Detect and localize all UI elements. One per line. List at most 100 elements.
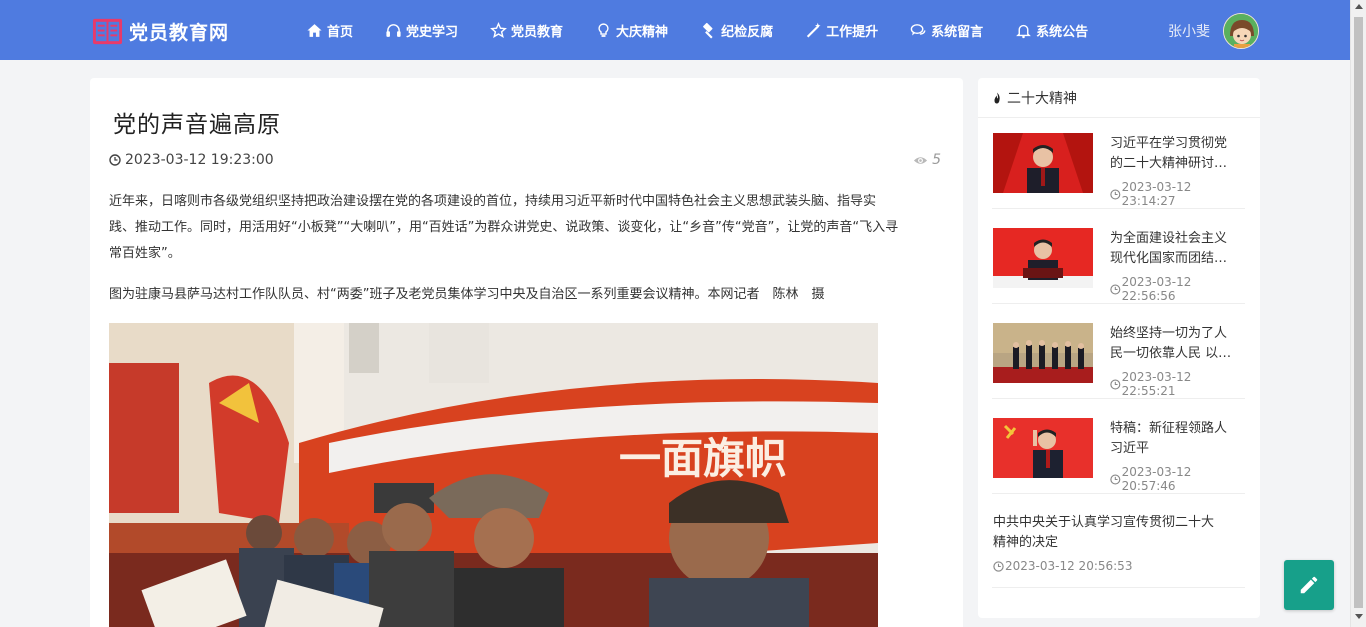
scroll-up-arrow-icon[interactable] xyxy=(1355,4,1363,9)
clock-icon xyxy=(1110,378,1121,390)
nav-item-messages[interactable]: 系统留言 xyxy=(910,0,983,60)
clock-icon xyxy=(1110,283,1121,295)
news-title-line: 现代化国家而团结… xyxy=(1110,251,1228,266)
nav-label: 系统公告 xyxy=(1036,24,1089,40)
nav-item-announcements[interactable]: 系统公告 xyxy=(1015,0,1088,60)
comments-icon xyxy=(910,23,926,35)
news-date-text: 2023-03-12 22:56:56 xyxy=(1121,275,1192,303)
sidebar-header: 二十大精神 xyxy=(978,78,1260,118)
nav-item-work-improvement[interactable]: 工作提升 xyxy=(805,0,878,60)
news-date-text: 2023-03-12 20:57:46 xyxy=(1121,465,1192,493)
nav-label: 党员教育 xyxy=(511,24,564,40)
news-thumbnail-image xyxy=(993,323,1093,383)
news-thumbnail-image xyxy=(993,418,1093,478)
news-thumbnail[interactable] xyxy=(993,323,1093,383)
user-name[interactable]: 张小斐 xyxy=(1168,21,1210,41)
clock-icon xyxy=(1110,473,1121,485)
news-title-line: 的二十大精神研讨… xyxy=(1110,156,1228,171)
news-title[interactable]: 中共中央关于认真学习宣传贯彻二十大 精神的决定 xyxy=(993,513,1245,553)
sidebar-news-item[interactable]: 特稿：新征程领路人 习近平 2023-03-12 20:57:46 xyxy=(992,418,1245,494)
news-date: 2023-03-12 22:56:56 xyxy=(1110,275,1245,303)
article-photo: 一面旗帜 xyxy=(109,323,878,627)
avatar-cartoon-icon xyxy=(1224,14,1258,48)
photo-caption: 图为驻康马县萨马达村工作队队员、村“两委”班子及老党员集体学习中央及自治区一系列… xyxy=(109,287,825,302)
paragraph-line: 践、推动工作。同时，用活用好“小板凳”“大喇叭”，用“百姓话”为群众讲党史、说政… xyxy=(109,220,899,235)
news-date-text: 2023-03-12 20:56:53 xyxy=(1005,559,1133,573)
news-date: 2023-03-12 23:14:27 xyxy=(1110,180,1245,208)
sidebar-title: 二十大精神 xyxy=(1007,90,1077,107)
fire-icon xyxy=(994,92,1000,103)
nav-label: 工作提升 xyxy=(826,24,879,40)
sidebar-news-item[interactable]: 中共中央关于认真学习宣传贯彻二十大 精神的决定 2023-03-12 20:56… xyxy=(992,512,1245,588)
eye-icon xyxy=(914,156,928,164)
magic-wand-icon xyxy=(806,22,821,37)
lightbulb-icon xyxy=(598,22,609,37)
news-title-line: 民一切依靠人民 以… xyxy=(1110,346,1232,361)
view-count-text: 5 xyxy=(932,152,941,168)
scroll-down-arrow-icon[interactable] xyxy=(1355,614,1363,619)
article-date: 2023-03-12 19:23:00 xyxy=(109,152,274,168)
nav-label: 系统留言 xyxy=(931,24,984,40)
sidebar-news-item[interactable]: 习近平在学习贯彻党 的二十大精神研讨… 2023-03-12 23:14:27 xyxy=(992,133,1245,209)
paragraph-line: 常百姓家”。 xyxy=(109,246,181,261)
article-paragraph: 近年来，日喀则市各级党组织坚持把政治建设摆在党的各项建设的首位，持续用习近平新时… xyxy=(109,189,943,267)
news-title-line: 精神的决定 xyxy=(993,535,1059,550)
book-logo-icon xyxy=(92,18,123,44)
top-navbar: 党员教育网 首页 党史学习 党员教育 大庆精神 纪检反腐 工作提升 系统留言 系… xyxy=(0,0,1350,60)
scroll-thumb[interactable] xyxy=(1354,17,1363,608)
news-title-line: 特稿：新征程领路人 xyxy=(1110,421,1228,436)
site-name: 党员教育网 xyxy=(129,21,230,44)
clock-icon xyxy=(109,154,121,166)
clock-icon xyxy=(1110,188,1121,200)
paragraph-line: 近年来，日喀则市各级党组织坚持把政治建设摆在党的各项建设的首位，持续用习近平新时… xyxy=(109,194,877,209)
nav-item-party-history[interactable]: 党史学习 xyxy=(385,0,458,60)
news-title[interactable]: 习近平在学习贯彻党 的二十大精神研讨… xyxy=(1110,134,1243,174)
news-date-text: 2023-03-12 23:14:27 xyxy=(1121,180,1192,208)
sidebar-news-item[interactable]: 始终坚持一切为了人 民一切依靠人民 以… 2023-03-12 22:55:21 xyxy=(992,323,1245,399)
news-date-text: 2023-03-12 22:55:21 xyxy=(1121,370,1192,398)
page-scrollbar[interactable] xyxy=(1350,0,1366,627)
news-title-line: 习近平 xyxy=(1110,441,1150,456)
view-count: 5 xyxy=(913,152,941,168)
news-date: 2023-03-12 22:55:21 xyxy=(1110,370,1245,398)
news-thumbnail[interactable] xyxy=(993,418,1093,478)
gavel-icon xyxy=(703,22,713,39)
news-date: 2023-03-12 20:56:53 xyxy=(993,559,1132,573)
sidebar-news-item[interactable]: 为全面建设社会主义 现代化国家而团结… 2023-03-12 22:56:56 xyxy=(992,228,1245,304)
news-title-line: 中共中央关于认真学习宣传贯彻二十大 xyxy=(993,515,1215,530)
nav-item-anti-corruption[interactable]: 纪检反腐 xyxy=(700,0,773,60)
news-thumbnail[interactable] xyxy=(993,133,1093,193)
news-title-line: 始终坚持一切为了人 xyxy=(1110,326,1228,341)
clock-icon xyxy=(993,560,1004,572)
article-photo-image: 一面旗帜 xyxy=(109,323,878,627)
nav-item-home[interactable]: 首页 xyxy=(306,0,353,60)
news-title[interactable]: 始终坚持一切为了人 民一切依靠人民 以… xyxy=(1110,324,1243,364)
avatar[interactable] xyxy=(1223,13,1259,49)
nav-label: 党史学习 xyxy=(406,24,459,40)
article-card: 党的声音遍高原 2023-03-12 19:23:00 5 近年来，日喀则市各级… xyxy=(90,78,963,627)
news-thumbnail-image xyxy=(993,133,1093,193)
home-icon xyxy=(307,23,322,37)
article-date-text: 2023-03-12 19:23:00 xyxy=(125,152,274,168)
pencil-icon xyxy=(1300,576,1318,594)
site-logo[interactable]: 党员教育网 xyxy=(92,15,229,47)
sidebar-card: 二十大精神 习近平在学习贯彻党 的二十大精神研讨… 2023-03-12 23:… xyxy=(978,78,1260,618)
news-title[interactable]: 特稿：新征程领路人 习近平 xyxy=(1110,419,1243,459)
news-title-line: 为全面建设社会主义 xyxy=(1110,231,1228,246)
headphones-icon xyxy=(386,23,401,37)
nav-label: 大庆精神 xyxy=(616,24,669,40)
nav-item-daqing-spirit[interactable]: 大庆精神 xyxy=(595,0,668,60)
nav-label: 首页 xyxy=(327,24,354,40)
edit-button[interactable] xyxy=(1284,560,1334,610)
photo-banner-text: 一面旗帜 xyxy=(619,434,787,483)
news-thumbnail[interactable] xyxy=(993,228,1093,288)
star-icon xyxy=(490,21,507,38)
main-nav: 首页 党史学习 党员教育 大庆精神 纪检反腐 工作提升 系统留言 系统公告 xyxy=(306,0,1120,60)
nav-label: 纪检反腐 xyxy=(721,24,774,40)
article-title: 党的声音遍高原 xyxy=(113,112,281,138)
news-title-line: 习近平在学习贯彻党 xyxy=(1110,136,1228,151)
news-thumbnail-image xyxy=(993,228,1093,288)
news-title[interactable]: 为全面建设社会主义 现代化国家而团结… xyxy=(1110,229,1243,269)
nav-item-member-education[interactable]: 党员教育 xyxy=(490,0,563,60)
news-date: 2023-03-12 20:57:46 xyxy=(1110,465,1245,493)
